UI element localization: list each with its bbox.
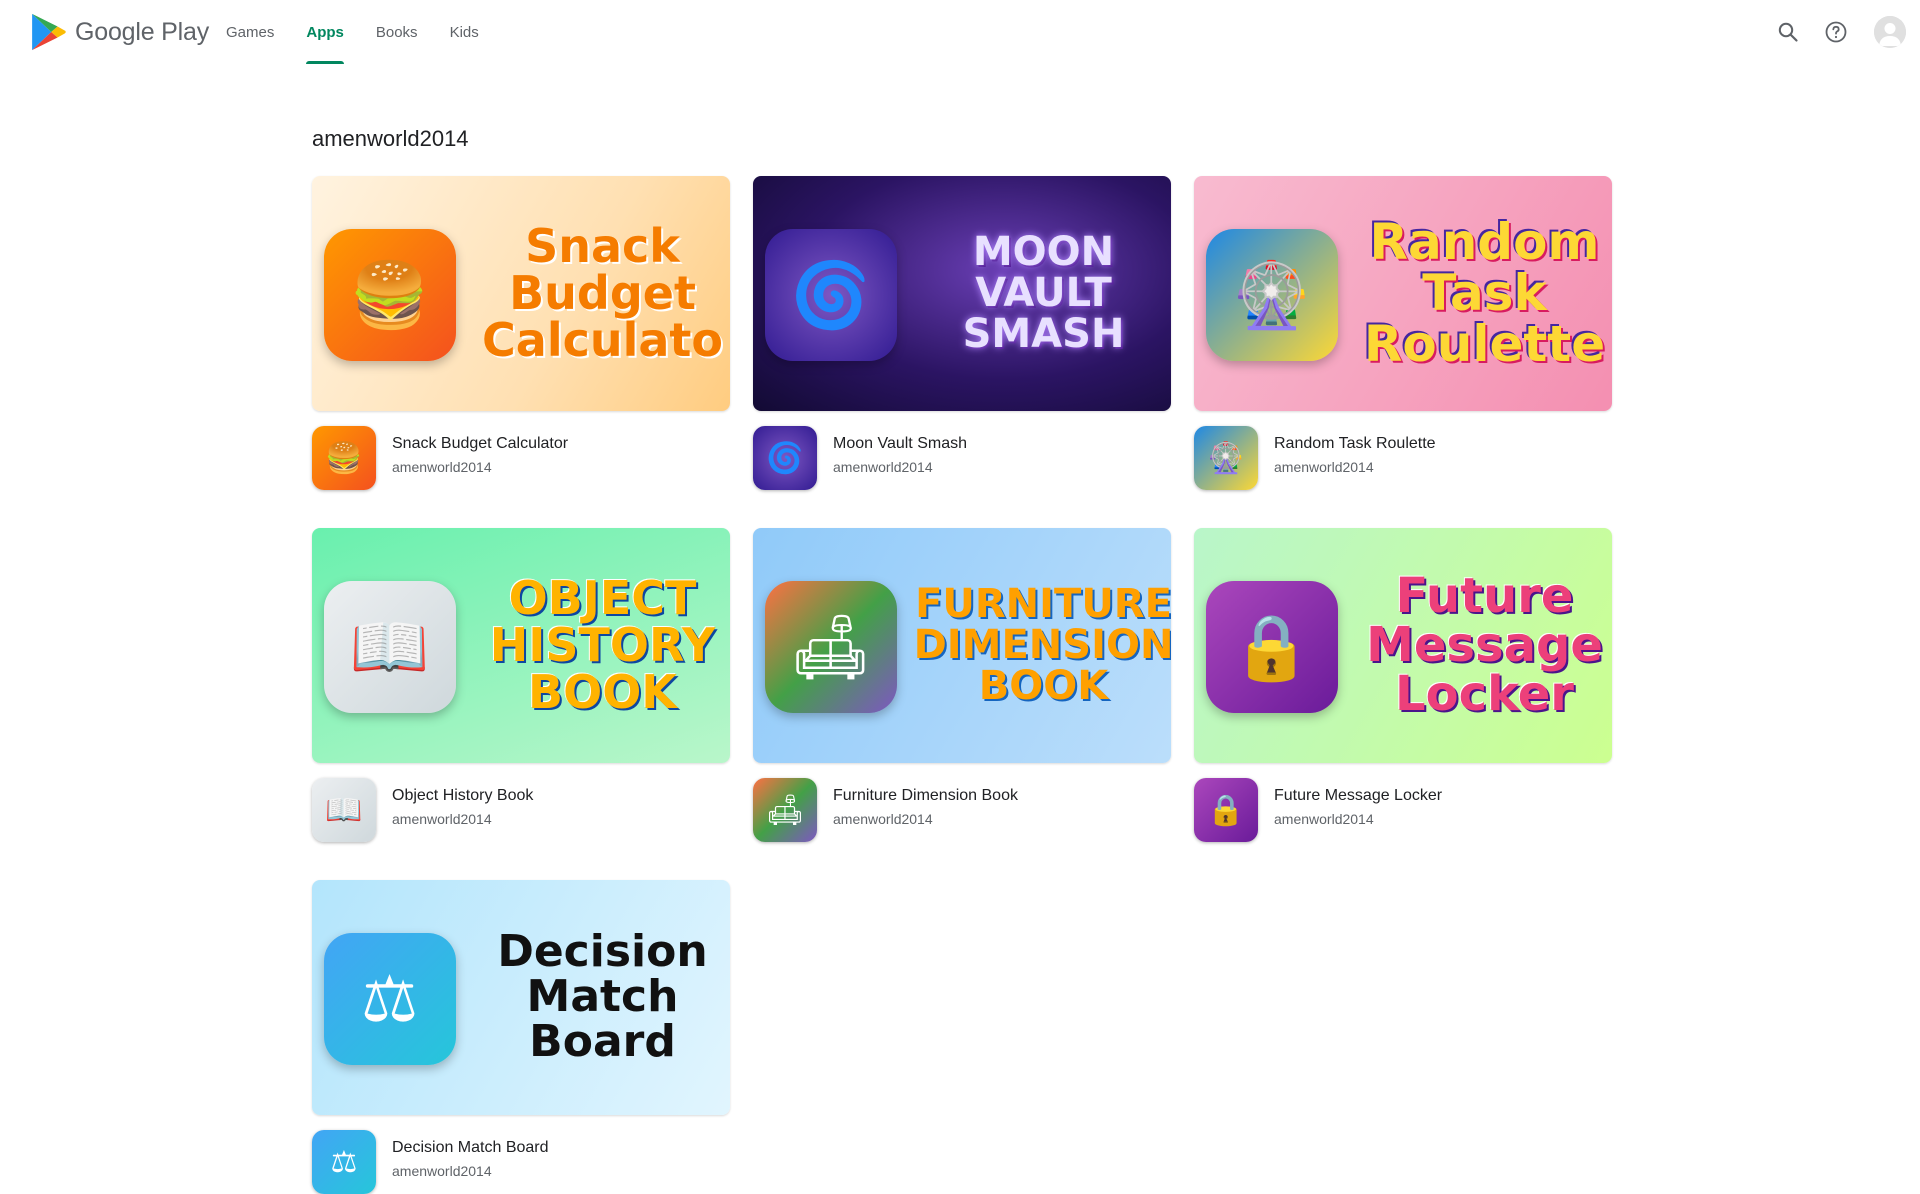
banner-icon: 📖	[312, 552, 467, 742]
banner-title: Future Message Locker	[1366, 568, 1603, 722]
app-card-object-history-book[interactable]: 📖 OBJECT HISTORY BOOK 📖 Object History B…	[312, 528, 730, 842]
developer-name: amenworld2014	[392, 1163, 492, 1179]
banner-icon: 🍔	[312, 200, 467, 390]
app-banner: 🍔 Snack Budget Calculato	[312, 176, 730, 411]
app-name: Object History Book	[392, 787, 534, 804]
app-meta: 🔒 Future Message Locker amenworld2014	[1194, 778, 1612, 842]
app-icon: 📖	[312, 778, 376, 842]
app-name: Random Task Roulette	[1274, 435, 1436, 452]
banner-icon: 🛋	[753, 552, 908, 742]
search-button[interactable]	[1772, 12, 1804, 52]
banner-title: Snack Budget Calculato	[482, 219, 723, 367]
tab-books[interactable]: Books	[360, 0, 434, 64]
app-card-snack-budget-calculator[interactable]: 🍔 Snack Budget Calculato 🍔 Snack Budget …	[312, 176, 730, 490]
app-card-furniture-dimension-book[interactable]: 🛋 FURNITURE DIMENSION BOOK 🛋 Furniture D…	[753, 528, 1171, 842]
developer-name: amenworld2014	[392, 459, 492, 475]
developer-name: amenworld2014	[833, 459, 933, 475]
top-app-bar: Google Play Games Apps Books Kids	[0, 0, 1920, 64]
app-card-moon-vault-smash[interactable]: 🌀 MOON VAULT SMASH 🌀 Moon Vault Smash am…	[753, 176, 1171, 490]
primary-nav: Games Apps Books Kids	[210, 0, 495, 64]
lock-icon: 🔒	[1205, 581, 1338, 713]
app-banner: 🎡 Random Task Roulette	[1194, 176, 1612, 411]
app-card-decision-match-board[interactable]: ⚖ Decision Match Board ⚖ Decision Match …	[312, 880, 730, 1194]
developer-name: amenworld2014	[1274, 459, 1374, 475]
app-icon: ⚖	[312, 1130, 376, 1194]
scale-icon: ⚖	[323, 933, 456, 1065]
app-banner: 🌀 MOON VAULT SMASH	[753, 176, 1171, 411]
app-name: Snack Budget Calculator	[392, 435, 569, 452]
google-play-logo[interactable]: Google Play	[30, 12, 209, 52]
app-name: Furniture Dimension Book	[833, 787, 1018, 804]
developer-name: amenworld2014	[392, 811, 492, 827]
search-icon	[1778, 22, 1798, 42]
tab-games[interactable]: Games	[210, 0, 290, 64]
app-icon: 🍔	[312, 426, 376, 490]
app-banner: 🔒 Future Message Locker	[1194, 528, 1612, 763]
banner-title: MOON VAULT SMASH	[962, 229, 1125, 357]
app-name: Decision Match Board	[392, 1139, 549, 1156]
app-banner: 📖 OBJECT HISTORY BOOK	[312, 528, 730, 763]
banner-icon: ⚖	[312, 904, 467, 1094]
help-button[interactable]	[1820, 12, 1852, 52]
vault-icon: 🌀	[764, 229, 897, 361]
banner-icon: 🎡	[1194, 200, 1349, 390]
help-icon	[1825, 21, 1847, 43]
header-actions	[1772, 12, 1906, 52]
app-meta: 📖 Object History Book amenworld2014	[312, 778, 730, 842]
app-meta: 🌀 Moon Vault Smash amenworld2014	[753, 426, 1171, 490]
app-icon: 🎡	[1194, 426, 1258, 490]
developer-name: amenworld2014	[833, 811, 933, 827]
burger-icon: 🍔	[323, 229, 456, 361]
app-name: Moon Vault Smash	[833, 435, 967, 452]
app-card-random-task-roulette[interactable]: 🎡 Random Task Roulette 🎡 Random Task Rou…	[1194, 176, 1612, 490]
banner-title: OBJECT HISTORY BOOK	[489, 571, 716, 719]
app-icon: 🔒	[1194, 778, 1258, 842]
sofa-icon: 🛋	[764, 581, 897, 713]
google-play-logo-icon	[32, 13, 66, 51]
apps-grid: 🍔 Snack Budget Calculato 🍔 Snack Budget …	[312, 176, 1612, 1194]
app-meta: ⚖ Decision Match Board amenworld2014	[312, 1130, 730, 1194]
tab-apps[interactable]: Apps	[290, 0, 360, 64]
app-icon: 🌀	[753, 426, 817, 490]
developer-name: amenworld2014	[1274, 811, 1374, 827]
app-meta: 🛋 Furniture Dimension Book amenworld2014	[753, 778, 1171, 842]
book-icon: 📖	[323, 581, 456, 713]
banner-title: FURNITURE DIMENSION BOOK	[913, 581, 1171, 709]
app-name: Future Message Locker	[1274, 787, 1443, 804]
tab-kids[interactable]: Kids	[434, 0, 495, 64]
app-icon: 🛋	[753, 778, 817, 842]
account-avatar[interactable]	[1874, 16, 1906, 48]
logo-text: Google Play	[75, 17, 209, 46]
developer-page-title: amenworld2014	[312, 126, 469, 151]
roulette-wheel-icon: 🎡	[1205, 229, 1338, 361]
app-banner: 🛋 FURNITURE DIMENSION BOOK	[753, 528, 1171, 763]
banner-title: Random Task Roulette	[1363, 213, 1606, 373]
banner-icon: 🔒	[1194, 552, 1349, 742]
app-meta: 🎡 Random Task Roulette amenworld2014	[1194, 426, 1612, 490]
account-icon	[1874, 16, 1906, 48]
app-card-future-message-locker[interactable]: 🔒 Future Message Locker 🔒 Future Message…	[1194, 528, 1612, 842]
app-meta: 🍔 Snack Budget Calculator amenworld2014	[312, 426, 730, 490]
banner-icon: 🌀	[753, 200, 908, 390]
